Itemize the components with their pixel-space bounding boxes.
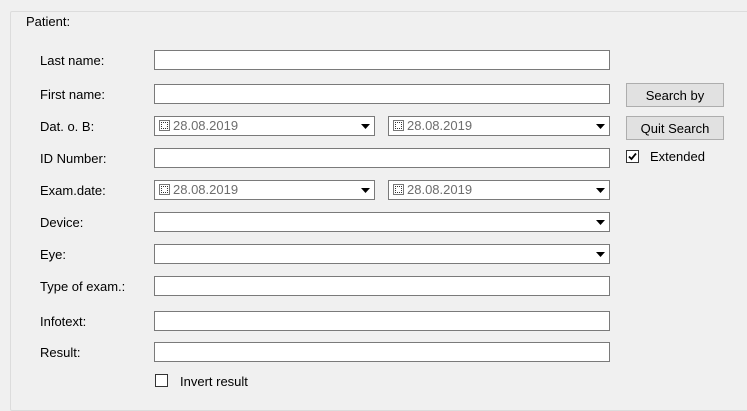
label-device: Device: (40, 215, 84, 230)
label-eye: Eye: (40, 247, 67, 262)
invert-result-checkbox[interactable] (155, 374, 168, 387)
chevron-down-icon[interactable] (592, 246, 608, 262)
chevron-down-icon[interactable] (592, 214, 608, 230)
chevron-down-icon[interactable] (592, 118, 608, 134)
extended-checkbox[interactable] (626, 150, 639, 163)
exam-from-checkbox[interactable] (159, 184, 170, 195)
patient-group-title: Patient: (23, 14, 74, 30)
label-exam-date: Exam.date: (40, 183, 106, 198)
label-result: Result: (40, 345, 81, 360)
last-name-input[interactable] (154, 50, 610, 70)
infotext-input[interactable] (154, 311, 610, 331)
dob-to-checkbox[interactable] (393, 120, 404, 131)
dob-from-value: 28.08.2019 (173, 118, 239, 133)
chevron-down-icon[interactable] (592, 182, 608, 198)
checkmark-icon (628, 152, 637, 161)
id-number-input[interactable] (154, 148, 610, 168)
exam-to-checkbox[interactable] (393, 184, 404, 195)
extended-label: Extended (650, 149, 705, 164)
exam-to-datepicker[interactable]: 28.08.2019 (388, 180, 610, 200)
type-of-exam-input[interactable] (154, 276, 610, 296)
exam-from-value: 28.08.2019 (173, 182, 239, 197)
exam-to-value: 28.08.2019 (407, 182, 473, 197)
device-select[interactable] (154, 212, 610, 232)
eye-select[interactable] (154, 244, 610, 264)
label-dob: Dat. o. B: (40, 119, 95, 134)
quit-search-button[interactable]: Quit Search (626, 116, 724, 140)
dob-to-value: 28.08.2019 (407, 118, 473, 133)
chevron-down-icon[interactable] (357, 182, 373, 198)
chevron-down-icon[interactable] (357, 118, 373, 134)
dob-to-datepicker[interactable]: 28.08.2019 (388, 116, 610, 136)
label-id-number: ID Number: (40, 151, 107, 166)
exam-from-datepicker[interactable]: 28.08.2019 (154, 180, 375, 200)
label-last-name: Last name: (40, 53, 105, 68)
search-by-button[interactable]: Search by (626, 83, 724, 107)
dob-from-checkbox[interactable] (159, 120, 170, 131)
label-type-of-exam: Type of exam.: (40, 279, 126, 294)
label-first-name: First name: (40, 87, 106, 102)
first-name-input[interactable] (154, 84, 610, 104)
result-input[interactable] (154, 342, 610, 362)
dob-from-datepicker[interactable]: 28.08.2019 (154, 116, 375, 136)
invert-result-label: Invert result (180, 374, 248, 389)
label-infotext: Infotext: (40, 314, 87, 329)
